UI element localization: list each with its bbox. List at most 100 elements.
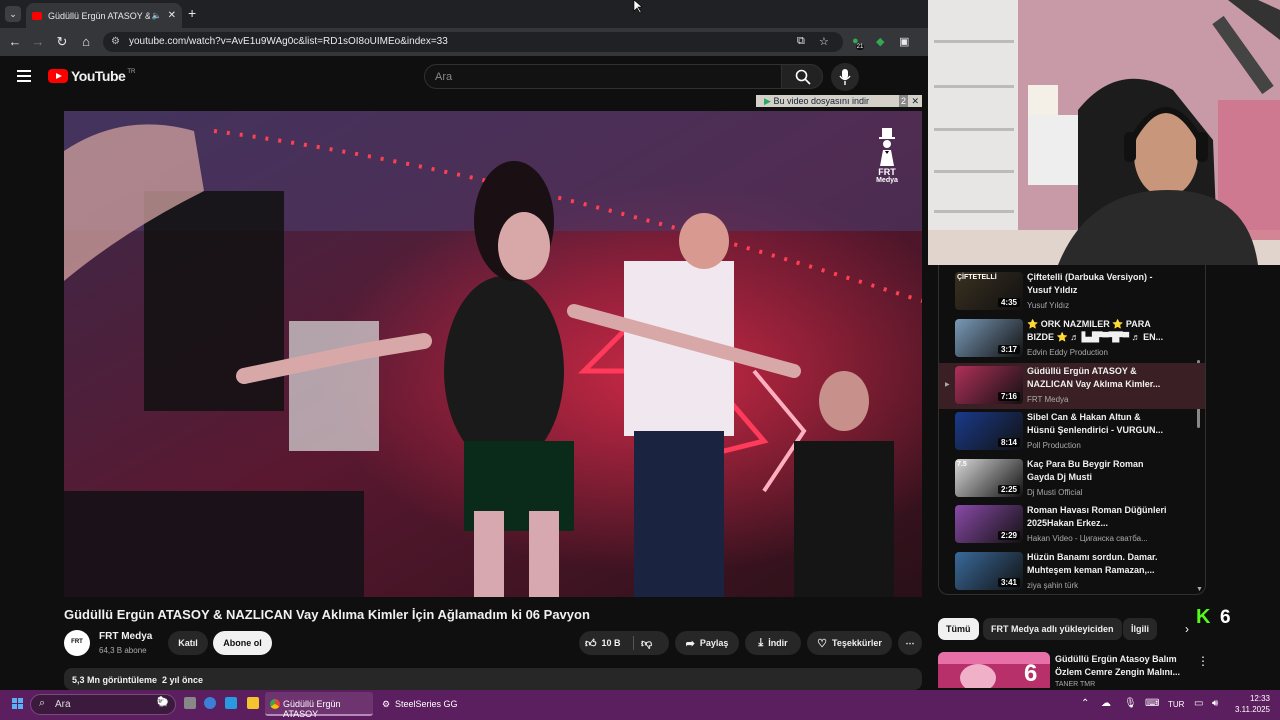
like-count[interactable]: 10 B [602, 638, 621, 648]
search-input[interactable]: Ara [424, 64, 782, 89]
voice-search-button[interactable] [831, 63, 859, 91]
download-button[interactable]: ⤓ İndir [745, 631, 801, 655]
recommended-channel[interactable]: TANER TMR [1055, 681, 1095, 688]
taskbar-chrome-app[interactable]: Güdüllü Ergün ATASOY [265, 692, 373, 719]
join-button[interactable]: Katıl [168, 631, 208, 655]
home-icon[interactable]: ⌂ [79, 35, 93, 49]
extension2-icon[interactable]: ◆ [876, 35, 884, 48]
input-language[interactable]: TUR [1168, 700, 1184, 709]
search-button[interactable] [781, 64, 823, 89]
webcam-image [928, 0, 1280, 265]
playlist-thumbnail[interactable]: 7.5 2:25 [955, 459, 1023, 497]
video-title: Güdüllü Ergün ATASOY & NAZLICAN Vay Aklı… [64, 607, 590, 622]
tray-app-icon[interactable]: ☁ [1101, 698, 1111, 709]
download-banner-text: Bu video dosyasını indir [773, 96, 869, 106]
video-frame-image [64, 111, 922, 597]
taskbar-search-input[interactable]: ⌕ Ara 🐑 [30, 694, 176, 715]
download-video-banner[interactable]: ▶ Bu video dosyasını indir 2 ✕ [756, 95, 922, 107]
playlist-title[interactable]: Sibel Can & Hakan Altun & Hüsnü Şenlendi… [1027, 411, 1167, 437]
video-player[interactable] [64, 111, 922, 597]
close-tab-icon[interactable]: ✕ [168, 10, 176, 21]
extensions-puzzle-icon[interactable]: ▣ [899, 35, 909, 48]
recommended-thumbnail[interactable]: 6 [938, 652, 1050, 688]
recommended-title[interactable]: Güdüllü Ergün Atasoy Balım Özlem Cemre Z… [1055, 653, 1190, 679]
playlist-title[interactable]: Kaç Para Bu Beygir Roman Gayda Dj Musti [1027, 458, 1167, 484]
task-view-icon[interactable] [184, 697, 196, 709]
playlist-title[interactable]: Roman Havası Roman Düğünleri 2025Hakan E… [1027, 504, 1167, 530]
tray-mic-icon[interactable]: 🎙︎ [1124, 698, 1137, 709]
playlist-channel[interactable]: FRT Medya [1027, 395, 1069, 404]
playlist-item[interactable]: ▶ 7:16 Güdüllü Ergün ATASOY & NAZLICAN Vay… [939, 363, 1205, 409]
playlist-title[interactable]: Güdüllü Ergün ATASOY & NAZLICAN Vay Aklı… [1027, 365, 1167, 391]
site-info-icon[interactable]: ⚙ [111, 36, 120, 47]
chips-next-icon[interactable]: › [1185, 622, 1189, 636]
keyboard-icon[interactable]: ⌨ [1145, 698, 1159, 709]
playlist-channel[interactable]: ziya şahin türk [1027, 581, 1078, 590]
volume-icon[interactable]: 🔊︎ [1212, 698, 1218, 709]
forward-icon[interactable]: → [31, 35, 45, 49]
playlist-item[interactable]: 8:14 Sibel Can & Hakan Altun & Hüsnü Şenl… [939, 409, 1205, 455]
dislike-icon[interactable]: 👎︎ [641, 637, 652, 650]
thanks-button[interactable]: ♡ Teşekkürler [807, 631, 892, 655]
taskbar-steelseries-app[interactable]: ⚙ SteelSeries GG [380, 692, 470, 716]
edge-icon[interactable] [225, 697, 237, 709]
tray-overflow-icon[interactable]: ⌃ [1081, 698, 1089, 709]
playlist-thumbnail[interactable]: 3:17 [955, 319, 1023, 357]
playlist-channel[interactable]: Edvin Eddy Production [1027, 348, 1108, 357]
address-bar[interactable]: ⚙ youtube.com/watch?v=AvE1u9WAg0c&list=R… [103, 32, 843, 52]
filter-chip[interactable]: İlgili [1123, 618, 1157, 640]
cast-icon[interactable]: ⧉ [797, 35, 805, 48]
playlist-item[interactable]: ÇİFTETELLİ 4:35 Çiftetelli (Darbuka Versiy… [939, 269, 1205, 315]
more-actions-icon[interactable]: ⋯ [898, 631, 922, 655]
kick-viewer-count: 6 [1220, 607, 1231, 628]
network-icon[interactable]: ▭ [1194, 698, 1203, 709]
playlist-title[interactable]: ⭐ ORK NAZMILER ⭐ PARA BIZDE ⭐ ♬ ▙▟▛▀▜▛▀ … [1027, 318, 1167, 344]
browser-tab[interactable]: Güdüllü Ergün ATASOY & N 🔈 ✕ [26, 3, 182, 28]
playlist-thumbnail[interactable]: 3:41 [955, 552, 1023, 590]
playlist-title[interactable]: Çiftetelli (Darbuka Versiyon) - Yusuf Yı… [1027, 271, 1167, 297]
hamburger-menu-icon[interactable] [17, 70, 31, 82]
playlist-channel[interactable]: Dj Musti Official [1027, 488, 1082, 497]
country-code: TR [127, 69, 136, 75]
playlist-channel[interactable]: Hakan Video - Циганска сватба... [1027, 534, 1148, 543]
playlist-item[interactable]: 3:41 Hüzün Banamı sordun. Damar. Muhteşem… [939, 549, 1205, 595]
file-explorer-icon[interactable] [247, 697, 259, 709]
youtube-logo[interactable]: YouTube TR [48, 68, 135, 84]
tab-list-button[interactable]: ⌄ [5, 6, 21, 22]
windows-start-icon[interactable] [12, 698, 24, 710]
thumbnail-text: 7.5 [957, 461, 967, 468]
playlist-item[interactable]: 2:29 Roman Havası Roman Düğünleri 2025Hak… [939, 502, 1205, 548]
playlist-title[interactable]: Hüzün Banamı sordun. Damar. Muhteşem kem… [1027, 551, 1167, 577]
playlist-channel[interactable]: Poll Production [1027, 441, 1081, 450]
channel-avatar[interactable]: FRT [64, 630, 90, 656]
like-dislike-group: 👍︎ 10 B 👎︎ [579, 631, 669, 655]
filter-chip[interactable]: Tümü [938, 618, 979, 640]
playlist-thumbnail[interactable]: 8:14 [955, 412, 1023, 450]
playlist-item[interactable]: 3:17 ⭐ ORK NAZMILER ⭐ PARA BIZDE ⭐ ♬ ▙▟▛▀… [939, 316, 1205, 362]
like-icon[interactable]: 👍︎ [585, 637, 597, 650]
filter-chip[interactable]: FRT Medya adlı yükleyiciden [983, 618, 1122, 640]
speaker-icon[interactable]: 🔈 [152, 11, 162, 20]
bookmark-star-icon[interactable]: ☆ [819, 35, 829, 48]
back-icon[interactable]: ← [8, 35, 22, 49]
close-banner-icon[interactable]: ✕ [911, 95, 919, 107]
playlist-thumbnail[interactable]: 7:16 [955, 366, 1023, 404]
channel-name[interactable]: FRT Medya [99, 631, 152, 642]
subscriber-count: 64,3 B abone [99, 646, 147, 655]
recommended-more-icon[interactable]: ⋮ [1197, 654, 1209, 668]
playlist-thumbnail[interactable]: ÇİFTETELLİ 4:35 [955, 272, 1023, 310]
playlist-channel[interactable]: Yusuf Yıldız [1027, 301, 1069, 310]
subscribe-button[interactable]: Abone ol [213, 631, 272, 655]
chrome-icon [270, 699, 280, 709]
reload-icon[interactable]: ↻ [55, 35, 69, 49]
extension-icon[interactable]: ●21 [852, 35, 867, 50]
taskbar-clock[interactable]: 12:33 3.11.2025 [1230, 693, 1270, 715]
share-button[interactable]: ➦ Paylaş [675, 631, 739, 655]
playlist-thumbnail[interactable]: 2:29 [955, 505, 1023, 543]
search-highlight-icon: 🐑 [156, 697, 169, 708]
steelseries-icon: ⚙ [382, 699, 391, 709]
description-box[interactable]: 5,3 Mn görüntüleme 2 yıl önce [64, 668, 922, 690]
playlist-item[interactable]: 7.5 2:25 Kaç Para Bu Beygir Roman Gayda Dj… [939, 456, 1205, 502]
new-tab-button[interactable]: + [188, 5, 196, 21]
widgets-icon[interactable] [204, 697, 216, 709]
